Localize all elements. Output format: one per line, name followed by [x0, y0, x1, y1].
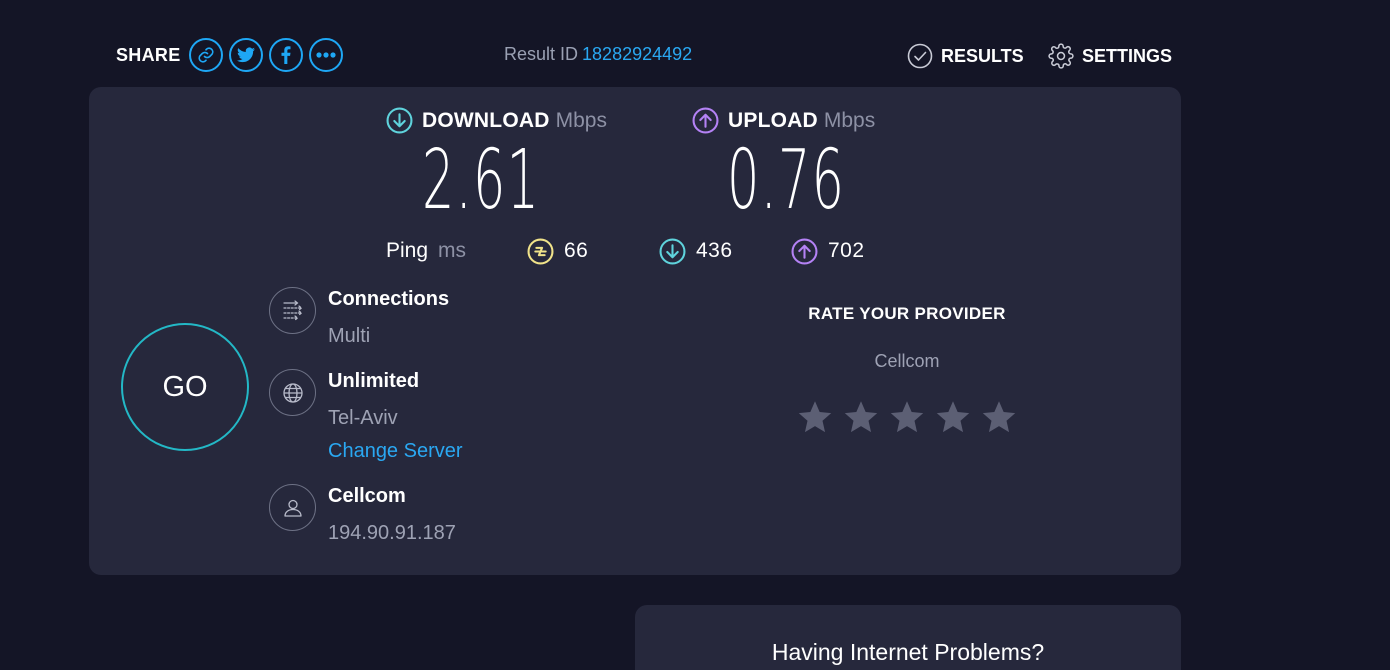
change-server-link[interactable]: Change Server	[328, 440, 463, 463]
result-id: Result ID 18282924492	[504, 44, 692, 65]
go-button[interactable]: GO	[121, 323, 249, 451]
ping-upload: 702	[791, 237, 865, 265]
rate-provider-title: RATE YOUR PROVIDER	[808, 304, 1006, 323]
server-title: Unlimited	[328, 370, 420, 392]
upload-arrow-icon	[692, 107, 719, 134]
ping-label-group: Ping ms	[386, 237, 466, 265]
star-rating	[749, 399, 1065, 435]
facebook-icon[interactable]	[268, 38, 303, 72]
globe-icon	[269, 369, 316, 416]
settings-link[interactable]: SETTINGS	[1048, 43, 1172, 69]
internet-problems-title: Having Internet Problems?	[771, 639, 1045, 665]
ping-idle-value: 66	[564, 239, 589, 262]
upload-value: 0.76	[727, 133, 846, 228]
ping-row: Ping ms 66 436 702	[386, 237, 906, 265]
twitter-icon[interactable]	[228, 38, 263, 72]
ping-upload-icon	[791, 238, 818, 264]
ping-idle: 66	[527, 237, 588, 265]
ping-label: Ping	[386, 239, 429, 262]
download-unit: Mbps	[555, 108, 607, 132]
check-circle-icon	[907, 43, 933, 69]
download-arrow-icon	[386, 107, 413, 134]
star-5-icon[interactable]	[981, 399, 1017, 435]
download-label: DOWNLOAD	[422, 108, 550, 132]
connections-value: Multi	[328, 325, 371, 347]
share-bar: SHARE	[116, 37, 349, 73]
server-location: Tel-Aviv	[328, 407, 398, 429]
gear-icon	[1048, 43, 1074, 69]
ping-download-icon	[659, 238, 686, 264]
upload-unit: Mbps	[823, 108, 876, 132]
share-label: SHARE	[116, 44, 181, 65]
user-icon	[269, 484, 316, 531]
connections-icon[interactable]	[269, 287, 316, 334]
settings-label: SETTINGS	[1082, 45, 1173, 66]
star-1-icon[interactable]	[797, 399, 833, 435]
ping-unit: ms	[438, 239, 467, 262]
ping-download-value: 436	[696, 239, 733, 262]
results-link[interactable]: RESULTS	[907, 43, 1024, 69]
upload-label: UPLOAD	[728, 108, 818, 132]
ping-idle-icon	[527, 238, 554, 264]
star-2-icon[interactable]	[843, 399, 879, 435]
link-icon[interactable]	[188, 38, 223, 72]
result-id-link[interactable]: 18282924492	[582, 44, 692, 64]
result-card: DOWNLOAD Mbps 2.61 UPLOAD Mbps 0.76 Ping…	[89, 87, 1181, 575]
internet-problems-card: Having Internet Problems?	[635, 605, 1181, 670]
more-icon[interactable]	[308, 38, 343, 72]
star-4-icon[interactable]	[935, 399, 971, 435]
upload-header: UPLOAD Mbps	[692, 107, 875, 134]
download-value: 2.61	[422, 133, 541, 228]
download-header: DOWNLOAD Mbps	[386, 107, 607, 134]
ping-download: 436	[659, 237, 733, 265]
result-id-label: Result ID	[504, 44, 579, 64]
connections-title: Connections	[328, 288, 450, 310]
isp-title: Cellcom	[328, 485, 406, 507]
ip-address: 194.90.91.187	[328, 522, 456, 544]
ping-upload-value: 702	[828, 239, 865, 262]
rate-provider-panel: RATE YOUR PROVIDER Cellcom	[749, 304, 1065, 435]
results-label: RESULTS	[941, 45, 1024, 66]
star-3-icon[interactable]	[889, 399, 925, 435]
rate-provider-name: Cellcom	[874, 351, 940, 371]
